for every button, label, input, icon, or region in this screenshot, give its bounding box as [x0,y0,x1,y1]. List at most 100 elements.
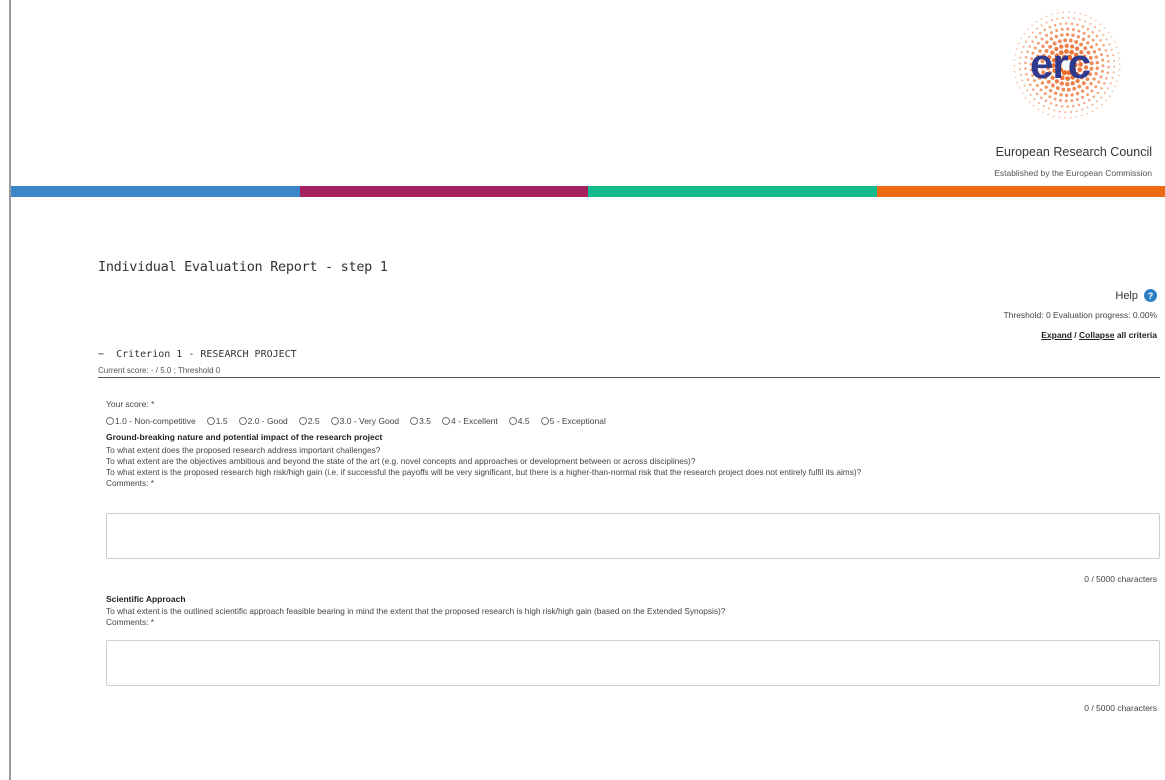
logo-dot [1048,88,1053,93]
score-option-2-5[interactable]: 2.5 [298,416,320,426]
logo-dot [1089,22,1092,26]
logo-dot [1073,11,1076,14]
logo-dot [1018,62,1021,65]
criterion-toggle-icon[interactable]: − [98,349,104,360]
comments-textarea-1[interactable] [106,513,1160,559]
logo-dot [1104,49,1108,52]
radio-icon[interactable] [206,417,215,425]
logo-dot [1059,93,1063,97]
logo-dot [1044,33,1048,37]
logo-dot [1101,58,1105,62]
logo-dot [1056,17,1059,20]
logo-dot [1017,42,1020,45]
logo-dot [1037,101,1040,104]
score-option-3-0[interactable]: 3.0 - Very Good [330,416,399,426]
logo-dot [1058,116,1061,119]
logo-dot [1047,113,1050,116]
score-option-1-5[interactable]: 1.5 [206,416,228,426]
radio-icon[interactable] [508,417,517,425]
logo-dot [1034,35,1038,39]
logo-dot [1105,76,1108,80]
logo-dot [1079,13,1082,15]
logo-dot [1061,16,1064,20]
score-option-1-0[interactable]: 1.0 - Non-competitive [106,416,196,426]
logo-dot [1094,85,1098,89]
logo-dot [1117,74,1120,77]
logo-dot [1022,45,1025,48]
logo-dot [1099,75,1103,79]
score-option-label: 2.5 [307,416,320,426]
logo-dot [1107,60,1110,63]
radio-icon[interactable] [410,417,419,425]
logo-dot [1018,87,1021,89]
question-text: To what extent is the proposed research … [106,467,862,477]
logo-dot [1048,95,1052,99]
char-counter: 0 / 5000 characters [1084,574,1157,584]
logo-dot [1072,104,1075,108]
radio-icon[interactable] [238,417,247,425]
color-bands [11,186,1165,197]
logo-dot [1066,105,1069,108]
score-option-4-0[interactable]: 4 - Excellent [442,416,498,426]
logo-dot [1020,37,1023,40]
logo-dot [1076,23,1079,27]
logo-dot [1075,116,1078,118]
evaluation-progress: Threshold: 0 Evaluation progress: 0.00% [1003,310,1157,320]
logo-dot [1091,31,1094,34]
logo-dot [1086,112,1089,115]
comments-textarea-2[interactable] [106,640,1160,686]
logo-dot [1021,92,1024,94]
band-blue [11,186,300,197]
logo-dot [1024,67,1027,70]
logo-dot [1053,109,1056,112]
logo-dot [1075,97,1079,101]
logo-dot [1071,33,1075,37]
question-text: To what extent are the objectives ambiti… [106,456,696,466]
score-option-5-0[interactable]: 5 - Exceptional [540,416,606,426]
question-title: Scientific Approach [106,594,186,604]
logo-dot [1106,54,1109,58]
help-link[interactable]: Help ? [1115,289,1157,302]
logo-dot [1016,81,1019,84]
logo-dot [1027,28,1029,31]
logo-dot [1071,28,1075,32]
band-teal [588,186,877,197]
erc-logo: erc European Research Council Establishe… [960,6,1160,178]
logo-dot [1058,110,1061,113]
logo-dot [1090,89,1094,93]
score-option-2-0[interactable]: 2.0 - Good [238,416,288,426]
logo-dot [1100,69,1104,73]
criterion-header[interactable]: − Criterion 1 - RESEARCH PROJECT [98,349,297,360]
logo-dot [1024,55,1028,59]
logo-dot [1118,63,1121,65]
expand-link[interactable]: Expand [1041,330,1072,340]
score-option-3-5[interactable]: 3.5 [410,416,431,426]
radio-icon[interactable] [330,417,339,425]
logo-dot [1055,103,1058,107]
radio-icon[interactable] [298,417,307,425]
score-option-4-5[interactable]: 4.5 [508,416,530,426]
logo-dot [1026,78,1030,81]
page-title: Individual Evaluation Report - step 1 [98,259,388,275]
logo-dot [1107,65,1110,69]
logo-erc-text: erc [1030,40,1091,87]
logo-dot [1099,39,1102,42]
radio-icon[interactable] [106,417,114,425]
logo-dot [1028,35,1031,38]
question-text: To what extent is the outlined scientifi… [106,606,726,616]
logo-dot [1105,99,1107,102]
logo-dot [1077,103,1081,107]
logo-dot [1102,43,1105,47]
logo-dot [1081,25,1085,28]
collapse-link[interactable]: Collapse [1079,330,1114,340]
radio-icon[interactable] [442,417,450,425]
logo-dot [1086,106,1089,109]
logo-dot [1043,28,1047,32]
radio-icon[interactable] [540,417,549,425]
logo-dot [1065,22,1068,25]
logo-dot [1101,64,1105,68]
logo-dot [1095,42,1099,46]
logo-dot [1103,27,1106,29]
help-icon[interactable]: ? [1144,289,1157,302]
logo-dot [1023,84,1026,87]
